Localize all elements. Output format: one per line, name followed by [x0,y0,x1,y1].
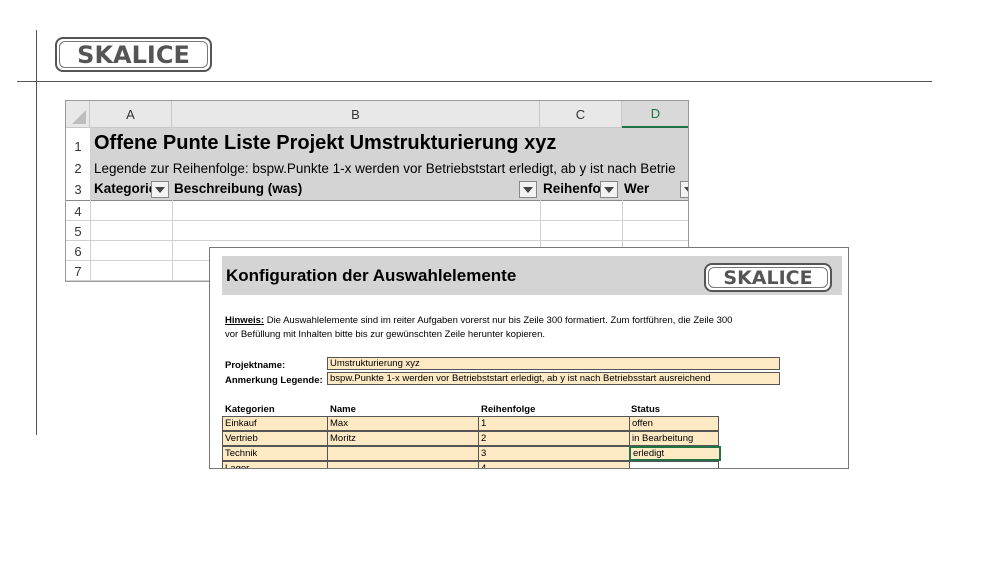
project-name-field[interactable]: Umstrukturierung xyz [327,357,780,370]
column-header-a[interactable]: A [90,101,172,128]
cell-reihenfolge[interactable]: 1 [478,416,630,431]
filter-arrow-icon [523,186,533,193]
project-name-label: Projektname: [225,360,286,371]
filter-arrow-icon [155,186,165,193]
cell-status[interactable]: in Bearbeitung [629,431,719,446]
filter-dropdown-beschreibung[interactable] [519,181,537,198]
hint-text: Die Auswahlelemente sind im reiter Aufga… [264,315,733,326]
column-header-d[interactable]: D [622,101,688,128]
header-reihenfolge: Reihenfolge [481,404,536,415]
select-all-corner[interactable] [66,101,90,128]
grid-line [66,240,688,241]
row-header-2[interactable]: 2 [66,159,90,177]
config-title[interactable]: Konfiguration der Auswahlelemente [226,266,516,286]
filter-dropdown-wer[interactable] [680,181,688,198]
cell-status[interactable]: offen [629,416,719,431]
skalice-logo-small: SKALICE [704,263,832,292]
config-sheet: Konfiguration der Auswahlelemente SKALIC… [209,247,849,469]
row-header-3[interactable]: 3 [66,180,90,198]
header-reihenfolge[interactable]: Reihenfo [543,181,601,196]
column-header-c[interactable]: C [540,101,622,128]
filter-arrow-icon [604,186,614,193]
cell-kategorie[interactable]: Technik [222,446,328,461]
grid-line [172,200,173,281]
cell-name[interactable]: Moritz [327,431,479,446]
row-header-7[interactable]: 7 [66,261,90,281]
sheet-legend[interactable]: Legende zur Reihenfolge: bspw.Punkte 1-x… [94,161,676,176]
logo-text: SKALICE [77,40,190,69]
logo-text: SKALICE [723,266,813,289]
cell-kategorie[interactable]: Einkauf [222,416,328,431]
hint-line-1[interactable]: Hinweis: Die Auswahlelemente sind im rei… [225,315,732,326]
slide-horizontal-rule [17,81,932,82]
legend-note-field[interactable]: bspw.Punkte 1-x werden vor Betriebststar… [327,372,780,385]
row-header-4[interactable]: 4 [66,201,90,221]
hint-line-2[interactable]: vor Befüllung mit Inhalten bitte bis zur… [225,329,545,340]
hint-label: Hinweis: [225,315,265,326]
header-kategorien: Kategorien [225,404,275,415]
cell-reihenfolge[interactable]: 3 [478,446,630,461]
row-header-1[interactable]: 1 [66,136,90,156]
header-name: Name [330,404,356,415]
filter-dropdown-kategorie[interactable] [151,181,169,198]
cell-name[interactable] [327,446,479,461]
row-header-6[interactable]: 6 [66,241,90,261]
legend-note-label: Anmerkung Legende: [225,375,323,386]
filter-arrow-icon [684,186,688,193]
header-status: Status [631,404,661,415]
header-wer[interactable]: Wer [624,181,650,196]
sheet-title[interactable]: Offene Punte Liste Projekt Umstrukturier… [94,132,556,155]
filter-dropdown-reihenfolge[interactable] [600,181,618,198]
grid-line [90,128,91,281]
row-header-5[interactable]: 5 [66,221,90,241]
header-kategorie[interactable]: Kategorie [94,181,156,196]
cell-kategorie[interactable]: Lager [222,461,328,468]
cell-name[interactable] [327,461,479,468]
grid-line [66,220,688,221]
column-header-b[interactable]: B [172,101,540,128]
grid-line [66,200,688,201]
cell-status-selected[interactable]: erledigt [629,446,721,461]
cell-reihenfolge[interactable]: 4 [478,461,630,468]
cell-name[interactable]: Max [327,416,479,431]
cell-status[interactable] [629,461,719,468]
header-beschreibung[interactable]: Beschreibung (was) [174,181,303,196]
slide-vertical-rule [36,30,37,435]
cell-reihenfolge[interactable]: 2 [478,431,630,446]
cell-kategorie[interactable]: Vertrieb [222,431,328,446]
skalice-logo: SKALICE [55,37,212,72]
